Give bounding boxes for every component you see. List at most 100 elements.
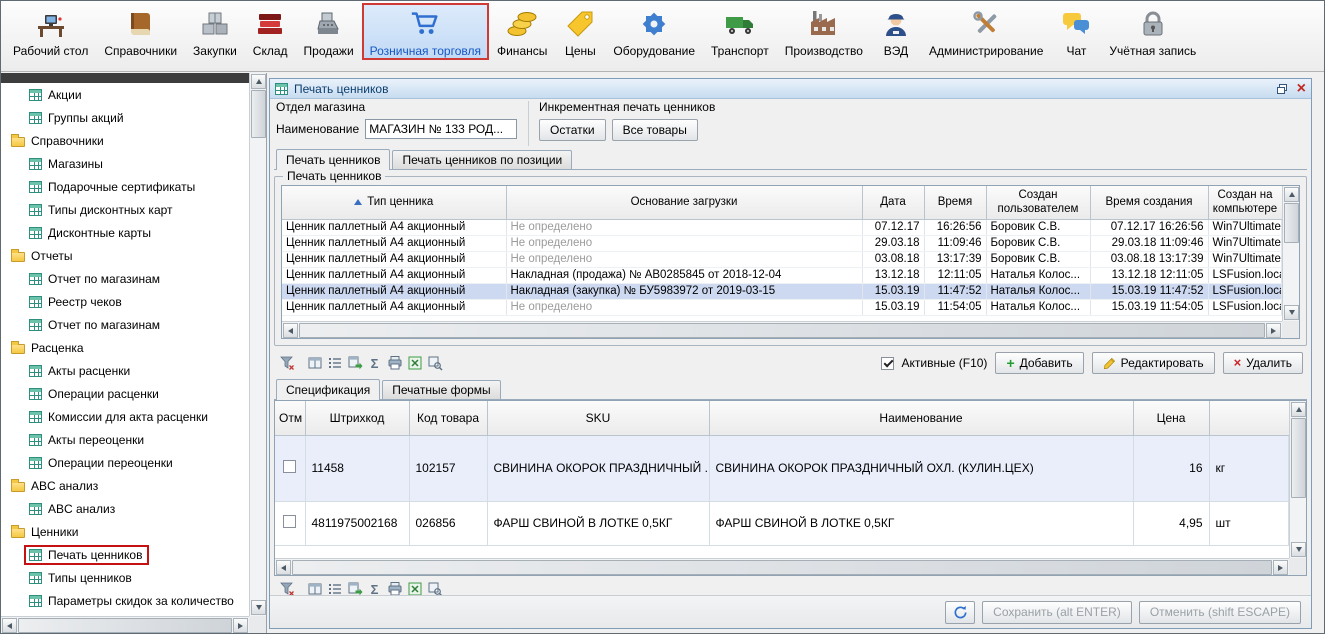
column-header-mark[interactable]: Отм	[275, 401, 305, 435]
tab-specification[interactable]: Спецификация	[276, 379, 380, 400]
sidebar-item-stores[interactable]: Магазины	[1, 152, 249, 175]
table-horizontal-scrollbar[interactable]	[282, 321, 1282, 338]
cell[interactable]: 13:17:39	[924, 251, 986, 267]
report-icon[interactable]	[426, 355, 443, 371]
cell[interactable]: 16	[1133, 435, 1209, 501]
sidebar-item-promotion-groups[interactable]: Группы акций	[1, 106, 249, 129]
cell[interactable]: Не определено	[506, 219, 862, 235]
scroll-right-button[interactable]	[233, 618, 248, 633]
table-row[interactable]: Ценник паллетный А4 акционный Не определ…	[282, 251, 1282, 267]
sidebar-horizontal-scrollbar[interactable]	[1, 616, 249, 633]
cell[interactable]: Боровик С.В.	[986, 251, 1090, 267]
sidebar-item-abc-analysis[interactable]: ABC анализ	[1, 497, 249, 520]
all-goods-button[interactable]: Все товары	[612, 119, 698, 141]
spec-horizontal-scrollbar[interactable]	[275, 558, 1289, 575]
scroll-left-button[interactable]	[2, 618, 17, 633]
scroll-right-button[interactable]	[1273, 560, 1288, 575]
cell[interactable]: 11458	[305, 435, 409, 501]
scroll-up-button[interactable]	[1291, 402, 1306, 417]
column-header-type[interactable]: Тип ценника	[282, 186, 506, 219]
scrollbar-thumb[interactable]	[292, 560, 1272, 575]
grid-settings-icon[interactable]	[306, 355, 323, 371]
cell[interactable]: 13.12.18	[862, 267, 924, 283]
list-settings-icon[interactable]	[326, 355, 343, 371]
sidebar-folder-pricing[interactable]: Расценка	[1, 336, 249, 359]
table-row[interactable]: Ценник паллетный А4 акционный Накладная …	[282, 267, 1282, 283]
sidebar-item-pricing-operations[interactable]: Операции расценки	[1, 382, 249, 405]
sidebar-item-print-price-tags[interactable]: Печать ценников	[1, 543, 249, 566]
cell[interactable]: Ценник паллетный А4 акционный	[282, 299, 506, 315]
toolbar-item-prices[interactable]: Цены	[555, 3, 605, 60]
row-checkbox[interactable]	[283, 460, 296, 473]
cell[interactable]: LSFusion.local	[1208, 283, 1282, 299]
cell[interactable]: Не определено	[506, 251, 862, 267]
cell[interactable]: 07.12.17 16:26:56	[1090, 219, 1208, 235]
cell[interactable]: шт	[1209, 501, 1289, 545]
cell[interactable]: Win7Ultimate	[1208, 219, 1282, 235]
active-filter-checkbox[interactable]	[881, 357, 894, 370]
sidebar-folder-abc-analysis[interactable]: ABC анализ	[1, 474, 249, 497]
table-row-selected[interactable]: Ценник паллетный А4 акционный Накладная …	[282, 283, 1282, 299]
cell[interactable]: Win7Ultimate	[1208, 251, 1282, 267]
cell[interactable]: LSFusion.local	[1208, 267, 1282, 283]
cell[interactable]: Ценник паллетный А4 акционный	[282, 251, 506, 267]
row-checkbox[interactable]	[283, 515, 296, 528]
column-header-time[interactable]: Время	[924, 186, 986, 219]
partially-visible-item[interactable]	[1, 73, 249, 83]
sidebar-folder-price-tags[interactable]: Ценники	[1, 520, 249, 543]
toolbar-item-production[interactable]: Производство	[777, 3, 871, 60]
cancel-button[interactable]: Отменить (shift ESCAPE)	[1139, 601, 1301, 624]
sidebar-item-store-report-2[interactable]: Отчет по магазинам	[1, 313, 249, 336]
cell[interactable]: 4,95	[1133, 501, 1209, 545]
export-table-icon[interactable]	[346, 355, 363, 371]
cell[interactable]: Ценник паллетный А4 акционный	[282, 219, 506, 235]
sidebar-item-gift-certificates[interactable]: Подарочные сертификаты	[1, 175, 249, 198]
cell[interactable]	[275, 501, 305, 545]
cell[interactable]: 29.03.18 11:09:46	[1090, 235, 1208, 251]
cell[interactable]: ФАРШ СВИНОЙ В ЛОТКЕ 0,5КГ	[709, 501, 1133, 545]
sidebar-folder-references[interactable]: Справочники	[1, 129, 249, 152]
table-row[interactable]: 4811975002168 026856 ФАРШ СВИНОЙ В ЛОТКЕ…	[275, 501, 1289, 545]
cell[interactable]: Наталья Колос...	[986, 283, 1090, 299]
cell[interactable]: 15.03.19	[862, 299, 924, 315]
cell[interactable]	[275, 435, 305, 501]
cell[interactable]: 11:09:46	[924, 235, 986, 251]
cell[interactable]: 11:54:05	[924, 299, 986, 315]
scroll-left-button[interactable]	[276, 560, 291, 575]
sidebar-item-revaluation-operations[interactable]: Операции переоценки	[1, 451, 249, 474]
cell[interactable]: СВИНИНА ОКОРОК ПРАЗДНИЧНЫЙ ...	[487, 435, 709, 501]
column-header-date[interactable]: Дата	[862, 186, 924, 219]
cell[interactable]: 15.03.19 11:47:52	[1090, 283, 1208, 299]
cell[interactable]: Боровик С.В.	[986, 219, 1090, 235]
cell[interactable]: 12:11:05	[924, 267, 986, 283]
tab-print-price-tags[interactable]: Печать ценников	[276, 149, 390, 170]
column-header-computer[interactable]: Создан на компьютере	[1208, 186, 1282, 219]
cell[interactable]: Не определено	[506, 235, 862, 251]
sidebar-item-quantity-discount-params[interactable]: Параметры скидок за количество	[1, 589, 249, 612]
sidebar-item-discount-cards[interactable]: Дисконтные карты	[1, 221, 249, 244]
toolbar-item-account[interactable]: Учётная запись	[1101, 3, 1204, 60]
toolbar-item-retail[interactable]: Розничная торговля	[362, 3, 489, 60]
column-header-created[interactable]: Время создания	[1090, 186, 1208, 219]
toolbar-item-foreign-trade[interactable]: ВЭД	[871, 3, 921, 60]
cell[interactable]: 4811975002168	[305, 501, 409, 545]
toolbar-item-administration[interactable]: Администрирование	[921, 3, 1051, 60]
toolbar-item-transport[interactable]: Транспорт	[703, 3, 777, 60]
tab-print-forms[interactable]: Печатные формы	[382, 380, 500, 399]
tab-print-by-position[interactable]: Печать ценников по позиции	[392, 150, 572, 169]
cell[interactable]: LSFusion.local	[1208, 299, 1282, 315]
cell[interactable]: СВИНИНА ОКОРОК ПРАЗДНИЧНЫЙ ОХЛ. (КУЛИН.Ц…	[709, 435, 1133, 501]
print-icon[interactable]	[386, 355, 403, 371]
cell[interactable]: 03.08.18 13:17:39	[1090, 251, 1208, 267]
sum-icon[interactable]: Σ	[366, 355, 383, 371]
sidebar-item-pricing-acts[interactable]: Акты расценки	[1, 359, 249, 382]
cell[interactable]: ФАРШ СВИНОЙ В ЛОТКЕ 0,5КГ	[487, 501, 709, 545]
cell[interactable]: Ценник паллетный А4 акционный	[282, 283, 506, 299]
toolbar-item-sales[interactable]: Продажи	[296, 3, 362, 60]
column-header-product-code[interactable]: Код товара	[409, 401, 487, 435]
cell[interactable]: 13.12.18 12:11:05	[1090, 267, 1208, 283]
cell[interactable]: 11:47:52	[924, 283, 986, 299]
restore-icon[interactable]	[1276, 83, 1288, 95]
cell[interactable]: Ценник паллетный А4 акционный	[282, 267, 506, 283]
scrollbar-thumb[interactable]	[299, 323, 1265, 338]
